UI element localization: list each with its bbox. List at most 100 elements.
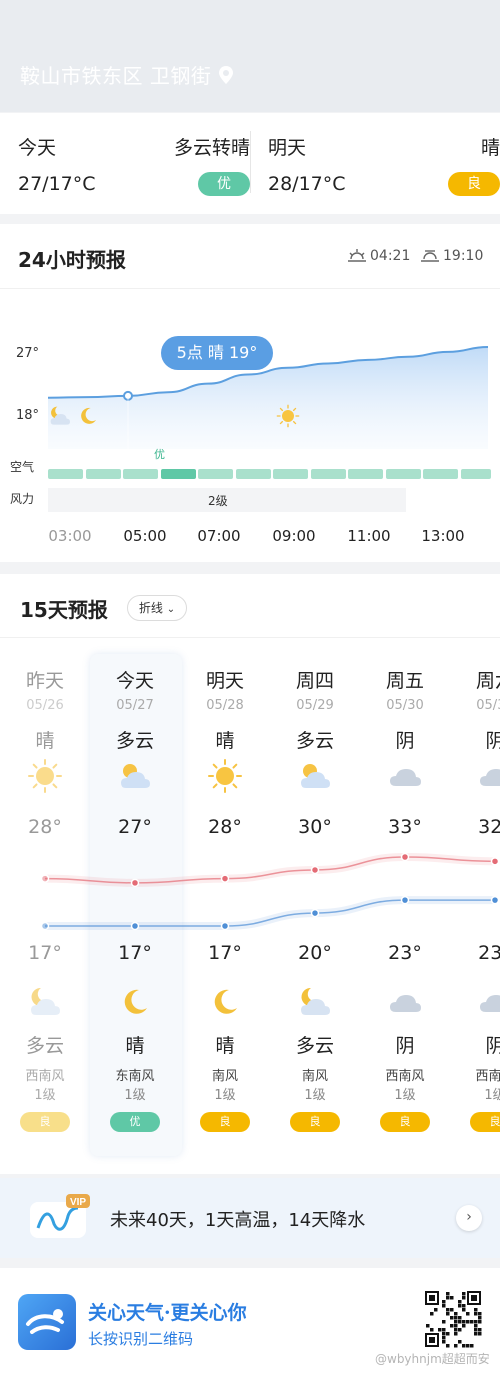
overcast-icon <box>390 995 421 1012</box>
day-condition: 阴 <box>485 730 500 752</box>
wind-direction: 南风 <box>211 1069 238 1084</box>
time-label: 05:00 <box>123 527 167 545</box>
overcast-icon <box>390 769 421 786</box>
high-temp: 32° <box>478 816 500 838</box>
air-quality-segment <box>423 469 458 479</box>
time-label: 09:00 <box>272 527 316 545</box>
low-temp-point <box>130 921 140 931</box>
day-condition: 晴 <box>215 730 235 752</box>
tomorrow-label: 明天 <box>268 137 307 159</box>
day-condition: 多云 <box>295 730 334 752</box>
promo-subtitle: 长按识别二维码 <box>88 1330 194 1348</box>
moon-icon <box>124 989 147 1014</box>
header: 鞍山市铁东区 卫钢街 <box>0 0 500 112</box>
tomorrow-summary[interactable]: 明天 晴 28/17°C 良 <box>268 113 500 214</box>
day-label: 周六 <box>475 670 500 692</box>
vip-banner[interactable]: VIP 未来40天，1天高温，14天降水 › <box>0 1178 500 1258</box>
hourly-tooltip: 5点 晴 19° <box>161 336 273 370</box>
tomorrow-condition: 晴 <box>480 137 500 159</box>
air-quality-segment <box>123 469 158 479</box>
date-label: 05/27 <box>116 698 154 713</box>
wind-level: 1级 <box>124 1088 146 1103</box>
night-condition: 阴 <box>395 1035 415 1057</box>
today-summary[interactable]: 今天 多云转晴 27/17°C 优 <box>18 113 250 214</box>
today-tomorrow-card: 今天 多云转晴 27/17°C 优 明天 晴 28/17°C 良 <box>0 113 500 214</box>
date-label: 05/31 <box>476 698 500 713</box>
sun-icon <box>28 759 62 793</box>
day-condition: 多云 <box>115 730 154 752</box>
vip-badge: VIP <box>70 1197 86 1208</box>
location-label[interactable]: 鞍山市铁东区 卫钢街 <box>20 60 234 89</box>
wind-direction: 西南风 <box>25 1069 65 1084</box>
chevron-right-icon[interactable]: › <box>456 1205 482 1231</box>
divider <box>250 131 251 193</box>
low-temp-point <box>220 921 230 931</box>
low-temp-glow <box>44 896 495 930</box>
wind-level: 1级 <box>304 1088 326 1103</box>
partly-cloudy-icon <box>121 764 150 788</box>
air-quality-segment <box>198 469 233 479</box>
low-temp: 17° <box>28 942 62 964</box>
day-condition: 晴 <box>35 730 55 752</box>
daily-forecast-card: 15天预报 折线 ⌄ 昨天 05/26 晴 28° 17° 多云 西南风 1级良今天 05/27… <box>0 574 500 1174</box>
wind-level: 1级 <box>394 1088 416 1103</box>
day-label: 周四 <box>295 670 334 692</box>
air-quality-segment <box>348 469 383 479</box>
day-label: 今天 <box>115 670 154 692</box>
aqi-badge: 良 <box>200 1112 250 1132</box>
wind-row-label: 风力 <box>10 492 35 506</box>
today-aqi-badge: 优 <box>198 172 250 196</box>
air-quality-segment <box>385 469 421 479</box>
cloudy-night-icon <box>301 987 330 1015</box>
app-logo <box>18 1294 76 1350</box>
location-pin-icon <box>219 65 234 84</box>
vip-text: 未来40天，1天高温，14天降水 <box>110 1210 366 1231</box>
date-label: 05/29 <box>296 698 334 713</box>
sun-icon <box>208 759 242 793</box>
aqi-badge: 良 <box>290 1112 340 1132</box>
wind-level: 2级 <box>208 494 228 508</box>
time-label: 03:00 <box>48 527 92 545</box>
hourly-forecast-card: 24小时预报 04:21 19:10 27° 18° 5点 晴 19° 空气 风… <box>0 224 500 562</box>
wind-direction: 东南风 <box>115 1069 155 1084</box>
low-temp: 20° <box>298 942 332 964</box>
wind-level: 1级 <box>34 1088 56 1103</box>
wind-direction: 西南风 <box>475 1069 500 1084</box>
time-label: 07:00 <box>197 527 241 545</box>
aqi-badge: 良 <box>20 1112 70 1132</box>
high-temp-point <box>220 874 230 883</box>
tomorrow-aqi-badge: 良 <box>448 172 500 196</box>
day-label: 周五 <box>385 670 424 692</box>
date-label: 05/26 <box>26 698 64 713</box>
hourly-temp-chart <box>47 346 489 449</box>
low-temp-point <box>40 921 50 931</box>
high-temp: 30° <box>298 816 332 838</box>
date-label: 05/30 <box>386 698 424 713</box>
high-temp-point <box>490 857 500 866</box>
moon-icon <box>214 989 237 1014</box>
night-condition: 阴 <box>485 1035 500 1057</box>
night-condition: 多云 <box>25 1035 64 1057</box>
low-temp: 17° <box>118 942 152 964</box>
wind-logo-icon <box>26 1309 64 1334</box>
aqi-badge: 优 <box>110 1112 160 1132</box>
night-condition: 晴 <box>125 1035 145 1057</box>
high-temp-glow <box>44 852 496 887</box>
wind-direction: 南风 <box>301 1069 328 1084</box>
promo-bar: 关心天气·更关心你 长按识别二维码 @wbyhnjm超超而安 <box>0 1268 500 1374</box>
aqi-badge: 良 <box>380 1112 430 1132</box>
high-temp-point <box>40 874 50 883</box>
low-temp: 23° <box>478 942 500 964</box>
high-temp: 27° <box>118 816 152 838</box>
tomorrow-temp: 28/17°C <box>268 173 346 195</box>
low-temp: 23° <box>388 942 422 964</box>
air-quality-label: 优 <box>154 448 165 461</box>
air-row-label: 空气 <box>10 460 35 474</box>
aqi-badge: 良 <box>470 1112 500 1132</box>
night-condition: 多云 <box>295 1035 334 1057</box>
vip-trend-icon: VIP <box>30 1194 90 1238</box>
high-temp-point <box>310 865 320 875</box>
air-quality-segment <box>310 469 346 479</box>
qr-code[interactable] <box>424 1290 482 1348</box>
sun-icon <box>276 404 300 428</box>
